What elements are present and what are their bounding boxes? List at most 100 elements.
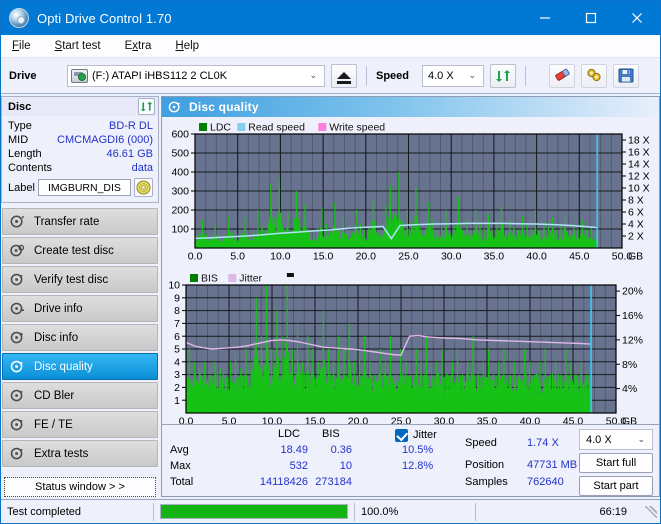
toolbar: Drive (F:) ATAPI iHBS112 2 CL0K ⌄ Speed … [1,58,660,94]
sidebar-item-fe-te[interactable]: FE / TE [2,411,158,438]
disc-row-key: Length [8,148,42,160]
cd-bler-icon [10,389,24,402]
sidebar-item-cd-bler[interactable]: CD Bler [2,382,158,409]
sidebar-item-verify-test-disc[interactable]: Verify test disc [2,266,158,293]
test-speed-select[interactable]: 4.0 X ⌄ [579,429,653,450]
chart-bis-jitter-svg: BIS Jitter123456789104%8%12%16%20%0.0 5.0 1… [168,273,643,428]
floppy-save-icon [618,68,634,83]
close-icon[interactable] [614,1,660,35]
sidebar-item-label: Transfer rate [34,215,100,228]
start-full-button[interactable]: Start full [579,453,653,473]
maximize-icon[interactable] [568,1,614,35]
sidebar-item-label: Create test disc [34,244,114,257]
chevron-down-icon: ⌄ [637,434,645,444]
row-header-avg: Avg [170,444,189,456]
disc-quality-icon [10,360,24,373]
disc-row-value: CMCMAGDI6 (000) [57,134,153,146]
jitter-checkbox[interactable] [395,429,408,442]
status-window-button[interactable]: Status window > > [4,477,156,497]
svg-text:4: 4 [174,356,180,368]
chevron-down-icon: ⌄ [309,70,317,80]
refresh-button[interactable] [490,63,516,88]
disc-gauge-icon [10,215,25,228]
svg-text:3: 3 [174,369,180,381]
resize-grip-icon[interactable] [645,505,657,518]
erase-button[interactable] [549,63,575,88]
disc-label-field[interactable]: IMGBURN_DIS [37,179,131,196]
sidebar-item-create-test-disc[interactable]: Create test disc [2,237,158,264]
chart-ldc-readspeed-svg: LDC Read speed Write speed 100 200 300 400 500 6… [171,122,650,263]
sidebar-item-disc-quality[interactable]: Disc quality [2,353,158,380]
svg-text:Write speed: Write speed [329,122,385,134]
svg-text:Read speed: Read speed [248,122,305,134]
svg-text:0.0: 0.0 [188,251,203,263]
sidebar-item-transfer-rate[interactable]: Transfer rate [2,208,158,235]
disc-info-panel: Type BD-R DL MID CMCMAGDI6 (000) Length … [1,116,159,203]
tools-button[interactable] [581,63,607,88]
elapsed-time: 66:19 [599,505,627,518]
disc-panel-header: Disc [1,96,159,116]
panel-header: Disc quality [162,97,659,117]
ldc-avg-value: 18.49 [280,444,308,456]
jitter-avg-value: 10.5% [402,444,434,456]
chart-ldc-readspeed: LDC Read speed Write speed 100 200 300 400 500 6… [162,117,659,268]
minimize-icon[interactable] [522,1,568,35]
svg-text:45.0: 45.0 [569,251,590,263]
svg-text:10.0: 10.0 [270,251,291,263]
svg-text:9: 9 [174,292,180,304]
position-stat-label: Position [465,459,505,471]
speed-select[interactable]: 4.0 X ⌄ [422,64,484,87]
eject-button[interactable] [331,63,357,88]
position-stat-value: 47731 MB [527,459,578,471]
menu-help[interactable]: Help [172,38,202,54]
svg-text:15.0: 15.0 [313,251,334,263]
menu-file[interactable]: File [9,38,34,54]
drive-label: Drive [9,69,37,82]
svg-text:10: 10 [168,280,180,292]
bis-avg-value: 0.36 [330,444,352,456]
start-part-button[interactable]: Start part [579,476,653,496]
disc-icon-button[interactable] [134,178,153,197]
test-speed-value: 4.0 X [586,433,612,446]
svg-text:8: 8 [174,305,180,317]
drive-select[interactable]: (F:) ATAPI iHBS112 2 CL0K ⌄ [67,64,325,87]
svg-text:4%: 4% [622,383,637,395]
samples-stat-value: 762640 [527,476,564,488]
row-header-max: Max [170,460,191,472]
svg-text:400: 400 [171,167,189,179]
svg-text:30.0: 30.0 [441,251,462,263]
disc-refresh-button[interactable] [138,98,155,115]
disc-write-icon [10,244,25,257]
disc-row-key: Type [8,120,32,132]
speed-label: Speed [376,69,410,82]
svg-text:16%: 16% [622,310,643,322]
menu-bar: File Start test Extra Help [1,35,660,58]
svg-text:500: 500 [171,148,189,160]
sidebar-item-label: Disc info [34,331,79,344]
disc-label-row: Label IMGBURN_DIS [8,178,153,197]
sidebar-item-extra-tests[interactable]: Extra tests [2,440,158,467]
svg-text:BIS: BIS [201,273,218,285]
svg-text:300: 300 [171,186,189,198]
svg-text:18 X: 18 X [628,135,650,147]
menu-start-test[interactable]: Start test [52,38,104,54]
svg-text:1: 1 [174,395,180,407]
svg-text:100: 100 [171,224,189,236]
sidebar-item-label: Disc quality [34,360,93,373]
speed-stat-value: 1.74 X [527,437,559,449]
menu-file-rest: ile [19,40,31,52]
sidebar-item-disc-info[interactable]: Disc info [2,324,158,351]
eject-icon [337,72,351,84]
tools-icon [586,68,601,82]
svg-text:6 X: 6 X [628,207,644,219]
disc-verify-icon [10,273,24,286]
menu-extra[interactable]: Extra [122,38,155,54]
svg-text:8%: 8% [622,359,637,371]
sidebar-item-drive-info[interactable]: Drive info [2,295,158,322]
svg-text:600: 600 [171,129,189,141]
sidebar-item-label: Extra tests [34,447,89,460]
ldc-total-value: 14118426 [259,476,308,488]
disc-row-key: MID [8,134,29,146]
title-bar: Opti Drive Control 1.70 [1,1,660,35]
save-button[interactable] [613,63,639,88]
